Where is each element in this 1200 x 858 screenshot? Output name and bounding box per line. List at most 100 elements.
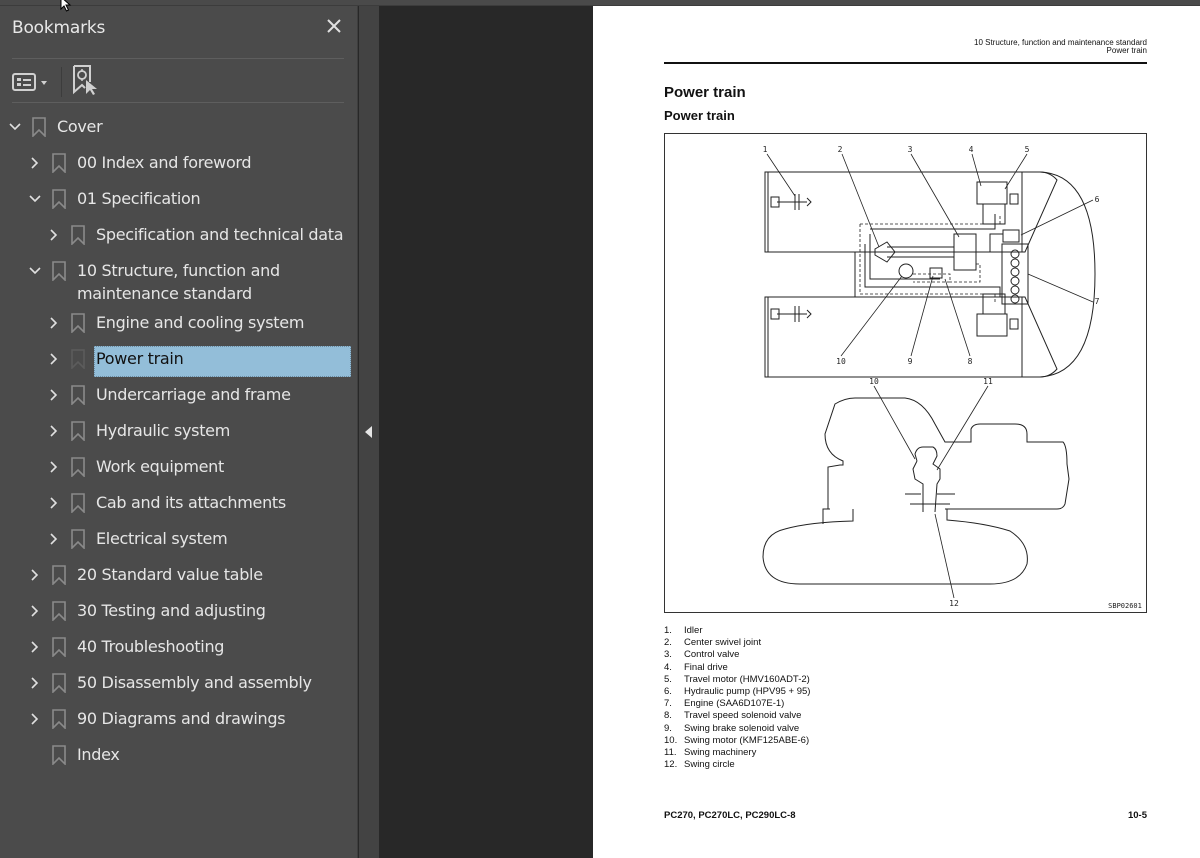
bookmark-label: 00 Index and foreword [77,153,252,172]
legend-item: 2. Center swivel joint [664,637,810,649]
legend-number: 1. [664,625,672,636]
figure-code: SBP02601 [1108,602,1142,610]
bookmark-item[interactable]: 50 Disassembly and assembly [28,669,312,699]
pdf-page: 10 Structure, function and maintenance s… [593,6,1200,858]
bookmark-item[interactable]: Cover [8,113,103,143]
bookmark-label: Electrical system [96,529,228,548]
bookmark-item[interactable]: Specification and technical data [47,221,344,251]
bookmark-icon [71,529,85,549]
chevron-right-icon[interactable] [47,460,61,474]
header-rule [664,62,1147,64]
collapse-panel-arrow-icon[interactable] [365,426,372,438]
figure-legend: 1. Idler 2. Center swivel joint 3. Control va… [664,625,810,771]
bookmark-icon [71,421,85,441]
chevron-right-icon[interactable] [28,676,42,690]
bookmark-icon [71,457,85,477]
chevron-right-icon[interactable] [28,156,42,170]
legend-text: Travel speed solenoid valve [684,710,802,722]
caret-down-icon [41,81,47,85]
legend-text: Final drive [684,661,728,673]
chevron-down-icon[interactable] [28,192,42,206]
legend-number: 10. [664,734,678,746]
legend-text: Swing circle [684,759,735,771]
bookmark-icon [71,313,85,333]
chevron-down-icon[interactable] [28,264,42,278]
legend-text: Swing motor (KMF125ABE-6) [684,734,810,746]
bookmark-icon [32,117,46,137]
bookmark-label: 01 Specification [77,189,201,208]
callout-1: 1 [763,145,768,154]
bookmark-label: 20 Standard value table [77,565,263,584]
footer-models: PC270, PC270LC, PC290LC-8 [664,810,796,821]
legend-number: 8. [664,710,672,722]
bookmark-label: Index [77,745,120,764]
chevron-right-icon[interactable] [28,640,42,654]
bookmark-item[interactable]: Electrical system [47,525,228,555]
chevron-right-icon[interactable] [47,496,61,510]
chevron-down-icon[interactable] [8,120,22,134]
legend-number: 2. [664,637,672,649]
bookmark-item[interactable]: 20 Standard value table [28,561,263,591]
chevron-right-icon[interactable] [28,712,42,726]
bookmark-item[interactable]: Index [28,741,120,771]
bookmark-item[interactable]: Hydraulic system [47,417,230,447]
bookmark-item[interactable]: Work equipment [47,453,224,483]
bookmark-icon [71,225,85,245]
legend-text: Swing machinery [684,747,757,759]
power-train-diagram: 1 2 3 4 5 6 7 8 9 10 10 11 12 SBP02601 [762,145,1142,610]
power-train-figure: 1 2 3 4 5 6 7 8 9 10 10 11 12 SBP02601 [664,133,1147,613]
bookmark-item[interactable]: Engine and cooling system [47,309,304,339]
legend-item: 8. Travel speed solenoid valve [664,710,810,722]
chevron-right-icon[interactable] [47,316,61,330]
bookmark-icon [52,601,66,621]
callout-10b: 10 [869,377,879,386]
legend-number: 11. [664,747,677,759]
bookmark-item[interactable]: Undercarriage and frame [47,381,291,411]
bookmark-item[interactable]: 01 Specification [28,185,201,215]
bookmark-icon [52,153,66,173]
chevron-right-icon[interactable] [47,424,61,438]
bookmark-item[interactable]: 40 Troubleshooting [28,633,224,663]
boom-outline [822,397,1070,524]
legend-item: 11. Swing machinery [664,747,810,759]
legend-item: 5. Travel motor (HMV160ADT-2) [664,674,810,686]
bookmark-item[interactable]: 10 Structure, function and maintenance s… [28,257,317,303]
chevron-right-icon[interactable] [28,604,42,618]
bookmark-item[interactable]: Cab and its attachments [47,489,286,519]
callout-3: 3 [908,145,913,154]
bookmark-item[interactable]: 90 Diagrams and drawings [28,705,286,735]
legend-item: 12. Swing circle [664,759,810,771]
legend-text: Hydraulic pump (HPV95 + 95) [684,686,811,698]
chevron-right-icon[interactable] [47,532,61,546]
bookmark-label: Work equipment [96,457,224,476]
legend-item: 10. Swing motor (KMF125ABE-6) [664,735,810,747]
divider [12,102,344,103]
bookmark-item[interactable]: 30 Testing and adjusting [28,597,266,627]
panel-title: Bookmarks [12,18,106,38]
find-current-bookmark-button[interactable] [72,64,102,96]
bookmark-label: 50 Disassembly and assembly [77,673,312,692]
legend-number: 4. [664,661,672,673]
chevron-right-icon[interactable] [28,568,42,582]
panel-header: Bookmarks [12,18,344,40]
bookmark-icon [52,565,66,585]
bookmark-icon [52,189,66,209]
bookmark-options-button[interactable] [12,68,52,94]
legend-text: Travel motor (HMV160ADT-2) [684,673,810,685]
chevron-right-icon[interactable] [47,228,61,242]
legend-number: 3. [664,649,672,661]
panel-collapse-strip [359,6,379,858]
close-icon[interactable] [324,16,344,36]
bookmark-item[interactable]: Power train [47,345,184,375]
bookmark-label: Engine and cooling system [96,313,305,332]
legend-item: 4. Final drive [664,662,810,674]
chevron-right-icon[interactable] [47,352,61,366]
bookmark-icon [52,637,66,657]
legend-item: 9. Swing brake solenoid valve [664,723,810,735]
callout-8: 8 [968,357,973,366]
spacer [28,748,42,762]
chevron-right-icon[interactable] [47,388,61,402]
legend-number: 6. [664,686,672,698]
bookmark-item[interactable]: 00 Index and foreword [28,149,252,179]
legend-text: Swing brake solenoid valve [684,722,800,734]
